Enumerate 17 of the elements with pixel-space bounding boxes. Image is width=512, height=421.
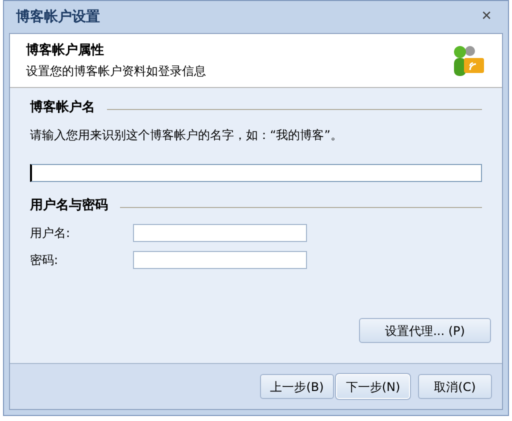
text-field[interactable]: [133, 224, 307, 242]
wizard-button[interactable]: 上一步(B): [260, 374, 334, 399]
user-feed-icon: [452, 44, 486, 78]
header-title: 博客帐户属性: [26, 42, 105, 60]
header-subtitle: 设置您的博客帐户资料如登录信息: [26, 63, 206, 80]
window-title: 博客帐户设置: [16, 8, 100, 26]
section-heading: 用户名与密码: [30, 196, 108, 214]
close-button[interactable]: ✕: [477, 7, 496, 27]
field-label: 密码:: [30, 252, 60, 269]
proxy-button[interactable]: 设置代理... (P): [359, 318, 491, 343]
wizard-button[interactable]: 下一步(N): [336, 374, 410, 399]
hint-text: 请输入您用来识别这个博客帐户的名字，如：“我的博客”。: [30, 126, 344, 144]
section-heading: 博客帐户名: [30, 98, 95, 117]
text-field[interactable]: [133, 251, 307, 269]
field-label: 用户名:: [30, 225, 72, 242]
wizard-button[interactable]: 取消(C): [418, 374, 492, 399]
account-name-field[interactable]: [30, 164, 482, 182]
